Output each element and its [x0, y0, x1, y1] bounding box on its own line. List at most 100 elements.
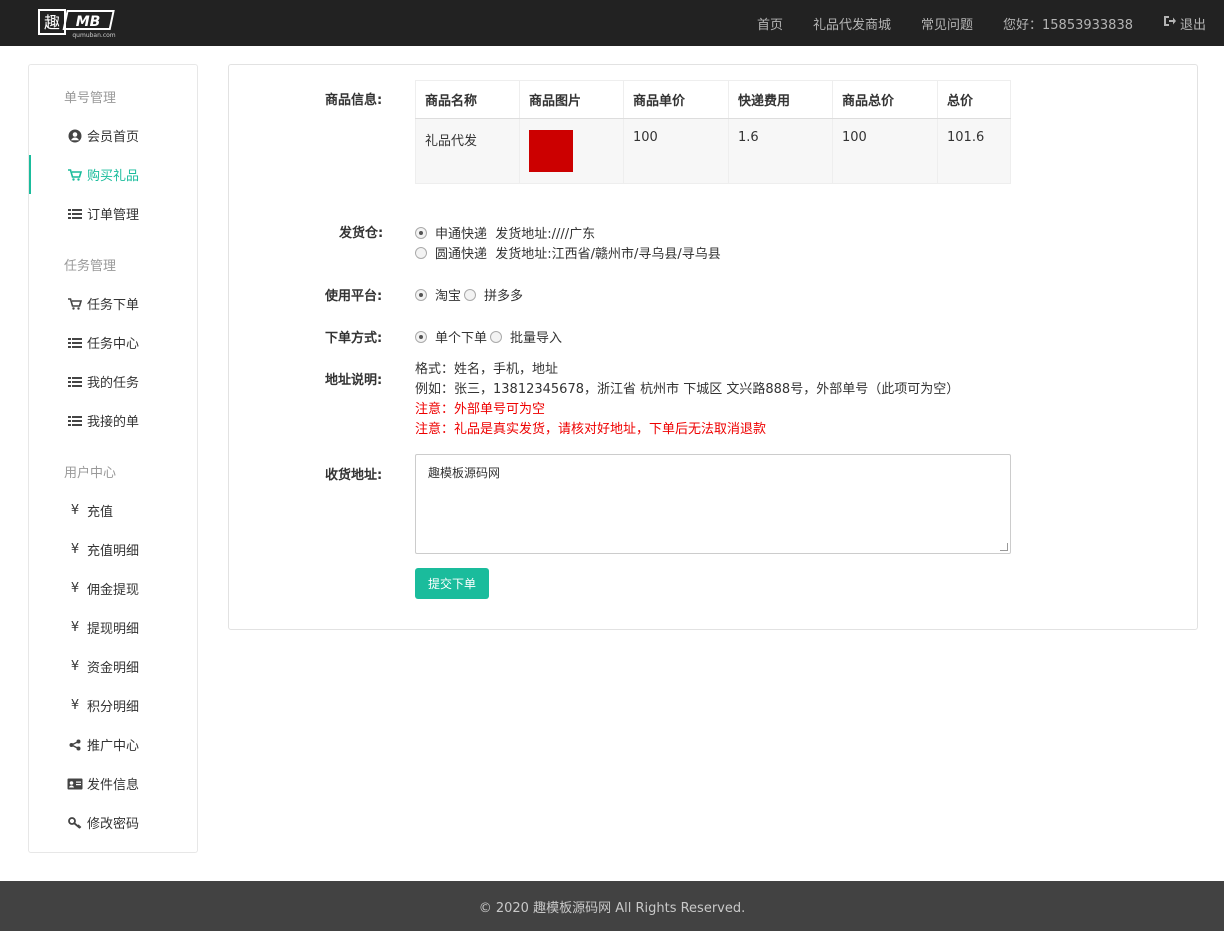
warehouse-option-label: 圆通快递 发货地址:江西省/赣州市/寻乌县/寻乌县	[435, 247, 721, 262]
sidebar-item-label: 我接的单	[87, 415, 140, 430]
goods-info-label: 商品信息:	[325, 93, 383, 108]
order-mode-batch: 批量导入	[510, 331, 563, 346]
address-desc-label: 地址说明:	[325, 373, 383, 388]
warehouse-label: 发货仓:	[339, 226, 384, 241]
sidebar-item-funds-detail[interactable]: ¥ 资金明细	[29, 647, 197, 686]
ship-address-value: 趣模板源码网	[428, 466, 501, 480]
radio-batch-import[interactable]	[490, 330, 503, 343]
key-icon	[67, 816, 83, 830]
yen-icon: ¥	[70, 698, 80, 713]
col-header-goods-total: 商品总价	[832, 80, 938, 119]
top-nav: 首页 礼品代发商城 常见问题 您好：15853933838 退出	[727, 0, 1206, 46]
ship-address-textarea[interactable]: 趣模板源码网	[415, 454, 1011, 554]
col-header-name: 商品名称	[415, 80, 520, 119]
sidebar-item-label: 订单管理	[87, 208, 140, 223]
sidebar-item-commission-withdraw[interactable]: ¥ 佣金提现	[29, 569, 197, 608]
sidebar: 单号管理 会员首页 购买礼品 订单管理 任务管理 任务下单 任务中心 我的任务 …	[28, 64, 198, 853]
radio-button[interactable]	[415, 226, 427, 239]
col-header-shipping: 快递费用	[728, 80, 833, 119]
top-navbar: 趣 MB qumuban.com 首页 礼品代发商城 常见问题 您好：15853…	[0, 0, 1224, 46]
yen-icon: ¥	[70, 659, 80, 674]
nav-user-greeting[interactable]: 您好：15853933838	[1003, 14, 1133, 33]
sidebar-item-buy-gift[interactable]: 购买礼品	[29, 155, 197, 194]
warehouse-option-sto[interactable]: 申通快递 发货地址:////广东	[415, 223, 595, 242]
copyright-text: © 2020 趣模板源码网 All Rights Reserved.	[478, 900, 746, 916]
list-icon	[67, 414, 83, 428]
sidebar-item-label: 修改密码	[87, 817, 140, 832]
sidebar-item-task-center[interactable]: 任务中心	[29, 323, 197, 362]
sidebar-item-accepted-orders[interactable]: 我接的单	[29, 401, 197, 440]
nav-gift-mall[interactable]: 礼品代发商城	[813, 14, 891, 33]
sidebar-section-user-title: 用户中心	[64, 466, 117, 481]
cart-icon	[67, 168, 83, 182]
radio-single-order[interactable]	[415, 330, 427, 343]
platform-label: 使用平台:	[325, 289, 383, 304]
sidebar-item-label: 提现明细	[87, 622, 140, 637]
sidebar-item-sender-info[interactable]: 发件信息	[29, 764, 197, 803]
footer: © 2020 趣模板源码网 All Rights Reserved.	[0, 881, 1224, 931]
sidebar-item-member-home[interactable]: 会员首页	[29, 116, 197, 155]
sidebar-item-recharge[interactable]: ¥ 充值	[29, 491, 197, 530]
order-mode-options: 单个下单 批量导入	[415, 327, 562, 346]
yen-icon: ¥	[70, 581, 80, 596]
logo-icon: 趣 MB qumuban.com	[38, 9, 116, 39]
sidebar-item-label: 我的任务	[87, 376, 140, 391]
sidebar-item-change-password[interactable]: 修改密码	[29, 803, 197, 842]
nav-home[interactable]: 首页	[757, 14, 783, 33]
cell-total: 101.6	[937, 118, 1011, 184]
address-note-no-refund: 注意：礼品是真实发货，请核对好地址，下单后无法取消退款	[415, 422, 767, 437]
sidebar-item-recharge-detail[interactable]: ¥ 充值明细	[29, 530, 197, 569]
list-icon	[67, 336, 83, 350]
cell-goods-total: 100	[832, 118, 938, 184]
address-instructions: 格式：姓名，手机，地址 例如：张三，13812345678，浙江省 杭州市 下城…	[415, 360, 959, 440]
sidebar-item-withdraw-detail[interactable]: ¥ 提现明细	[29, 608, 197, 647]
nav-logout[interactable]: 退出	[1163, 14, 1206, 33]
radio-pinduoduo[interactable]	[464, 288, 477, 301]
sidebar-item-orders[interactable]: 订单管理	[29, 194, 197, 233]
submit-order-button[interactable]: 提交下单	[415, 568, 489, 599]
sidebar-item-label: 任务下单	[87, 298, 140, 313]
sidebar-item-label: 发件信息	[87, 778, 140, 793]
svg-text:趣: 趣	[44, 13, 60, 32]
sign-out-icon	[1163, 15, 1176, 31]
sidebar-item-promotion[interactable]: 推广中心	[29, 725, 197, 764]
cell-shipping: 1.6	[728, 118, 833, 184]
sidebar-section-order-title: 单号管理	[64, 91, 117, 106]
resize-handle-icon[interactable]	[1000, 543, 1008, 551]
order-form-panel: 商品信息: 商品名称 商品图片 商品单价 快递费用 商品总价 总价 礼品代发 1…	[228, 64, 1198, 630]
radio-taobao[interactable]	[415, 288, 427, 301]
list-icon	[67, 207, 83, 221]
col-header-unit-price: 商品单价	[623, 80, 729, 119]
radio-button[interactable]	[415, 246, 427, 259]
ship-address-label: 收货地址:	[325, 468, 383, 483]
cell-unit-price: 100	[623, 118, 729, 184]
yen-icon: ¥	[70, 620, 80, 635]
sidebar-item-points-detail[interactable]: ¥ 积分明细	[29, 686, 197, 725]
site-logo[interactable]: 趣 MB qumuban.com	[38, 9, 118, 39]
id-card-icon	[67, 777, 83, 791]
cell-name: 礼品代发	[415, 118, 520, 184]
warehouse-option-yto[interactable]: 圆通快递 发货地址:江西省/赣州市/寻乌县/寻乌县	[415, 243, 721, 262]
table-row: 礼品代发 100 1.6 100 101.6	[415, 118, 1011, 184]
yen-icon: ¥	[70, 542, 80, 557]
sidebar-item-label: 积分明细	[87, 700, 140, 715]
warehouse-option-label: 申通快递 发货地址:////广东	[435, 227, 596, 242]
sidebar-item-label: 充值	[87, 505, 114, 520]
col-header-total: 总价	[937, 80, 1011, 119]
order-mode-label: 下单方式:	[325, 331, 383, 346]
address-format-text: 格式：姓名，手机，地址	[415, 362, 559, 377]
sidebar-item-my-tasks[interactable]: 我的任务	[29, 362, 197, 401]
sidebar-item-label: 佣金提现	[87, 583, 140, 598]
cart-icon	[67, 297, 83, 311]
product-image	[529, 130, 573, 172]
goods-table: 商品名称 商品图片 商品单价 快递费用 商品总价 总价 礼品代发 100 1.6…	[415, 80, 1011, 184]
sidebar-item-label: 推广中心	[87, 739, 140, 754]
sidebar-item-task-order[interactable]: 任务下单	[29, 284, 197, 323]
nav-faq[interactable]: 常见问题	[921, 14, 973, 33]
logout-label: 退出	[1179, 17, 1206, 33]
list-icon	[67, 375, 83, 389]
yen-icon: ¥	[70, 503, 80, 518]
sidebar-section-task-title: 任务管理	[64, 259, 117, 274]
user-circle-icon	[67, 129, 83, 143]
sidebar-item-label: 资金明细	[87, 661, 140, 676]
